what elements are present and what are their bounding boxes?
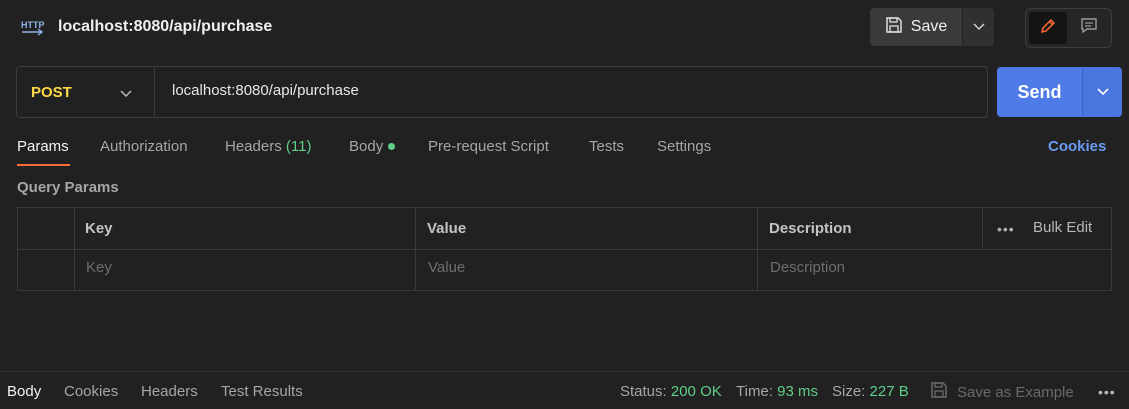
tab-headers-label: Headers — [225, 138, 282, 155]
response-tab-headers[interactable]: Headers — [141, 383, 198, 400]
table-divider — [74, 207, 75, 291]
param-description-input[interactable]: Description — [770, 259, 845, 276]
save-as-example-button[interactable]: Save as Example — [930, 381, 1074, 403]
url-bar — [16, 66, 988, 118]
http-icon: HTTP — [20, 16, 46, 38]
query-params-title: Query Params — [17, 179, 119, 196]
table-divider — [17, 249, 1112, 250]
disk-icon — [930, 381, 948, 403]
save-options-button[interactable] — [962, 8, 994, 46]
response-tab-cookies[interactable]: Cookies — [64, 383, 118, 400]
size-readout: Size: 227 B — [832, 383, 909, 400]
tab-headers[interactable]: Headers (11) — [225, 138, 311, 155]
tab-authorization[interactable]: Authorization — [100, 138, 188, 155]
column-header-value: Value — [427, 220, 467, 237]
request-title: localhost:8080/api/purchase — [58, 18, 273, 35]
save-as-example-label: Save as Example — [957, 383, 1074, 401]
tab-settings[interactable]: Settings — [657, 138, 711, 155]
response-tab-test-results[interactable]: Test Results — [221, 383, 303, 400]
table-divider — [415, 207, 416, 291]
size-value: 227 B — [869, 383, 909, 400]
headers-count: (11) — [285, 138, 312, 155]
tab-params[interactable]: Params — [17, 138, 69, 155]
chevron-down-icon[interactable] — [120, 85, 132, 103]
save-label: Save — [910, 18, 948, 35]
param-value-input[interactable]: Value — [428, 259, 465, 276]
method-select[interactable]: POST — [17, 67, 155, 117]
status-label: Status: — [620, 383, 667, 400]
table-divider — [757, 207, 758, 291]
comment-icon — [1080, 17, 1098, 40]
comments-button[interactable] — [1070, 12, 1108, 44]
time-label: Time: — [736, 383, 773, 400]
chevron-down-icon — [1096, 83, 1109, 101]
column-header-key: Key — [85, 220, 113, 237]
param-key-input[interactable]: Key — [86, 259, 112, 276]
save-button[interactable]: Save — [870, 8, 962, 46]
size-label: Size: — [832, 383, 866, 400]
more-options-icon[interactable]: ••• — [1098, 384, 1116, 400]
time-value: 93 ms — [777, 383, 818, 400]
tab-pre-request-script[interactable]: Pre-request Script — [428, 138, 549, 155]
method-label: POST — [31, 83, 72, 101]
send-button[interactable]: Send — [997, 67, 1082, 117]
tab-tests[interactable]: Tests — [589, 138, 624, 155]
url-input[interactable]: localhost:8080/api/purchase — [172, 82, 359, 99]
pencil-icon — [1039, 17, 1057, 40]
edit-mode-button[interactable] — [1029, 12, 1067, 44]
status-value: 200 OK — [670, 383, 722, 400]
chevron-down-icon — [972, 18, 985, 36]
tab-body-label: Body — [349, 138, 384, 155]
status-readout: Status: 200 OK — [620, 383, 722, 400]
active-tab-underline — [17, 164, 70, 166]
time-readout: Time: 93 ms — [736, 383, 818, 400]
bulk-edit-button[interactable]: Bulk Edit — [1033, 219, 1092, 236]
cookies-link[interactable]: Cookies — [1048, 138, 1106, 155]
column-options-icon[interactable]: ••• — [997, 221, 1015, 237]
send-options-button[interactable] — [1082, 67, 1122, 117]
svg-text:HTTP: HTTP — [21, 20, 45, 30]
column-header-description: Description — [769, 220, 852, 237]
body-indicator-dot — [388, 142, 396, 150]
tab-body[interactable]: Body — [349, 138, 396, 155]
table-divider — [982, 207, 983, 249]
save-icon — [885, 16, 903, 39]
response-tab-body[interactable]: Body — [7, 383, 41, 400]
